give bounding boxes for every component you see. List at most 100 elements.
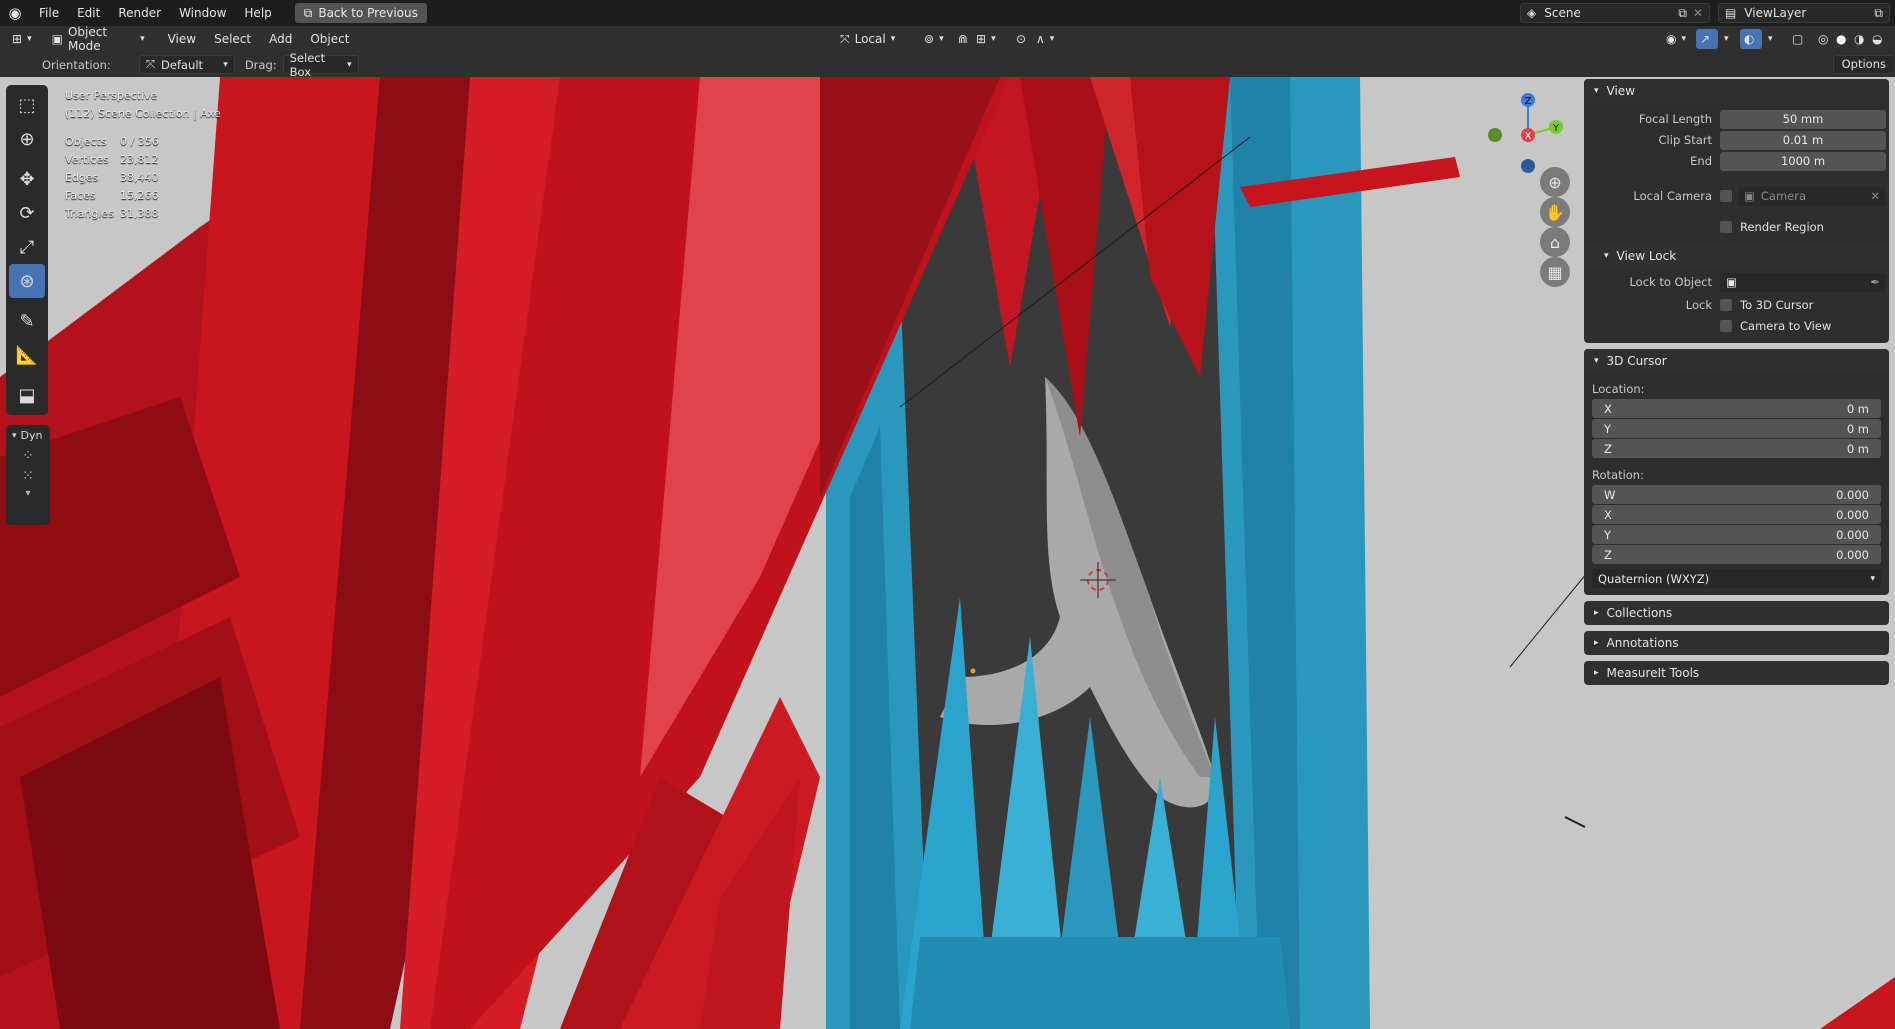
rotation-mode-dropdown[interactable]: Quaternion (WXYZ) ▾ <box>1592 569 1881 588</box>
hand-pan-icon[interactable]: ✋ <box>1540 197 1570 227</box>
dyn-remove-icon[interactable]: ⁙ <box>6 466 50 486</box>
menu-view[interactable]: View <box>159 32 205 46</box>
clip-start-field[interactable]: 0.01 m <box>1720 130 1886 150</box>
chevron-down-icon: ▾ <box>1594 86 1599 96</box>
transform-tool-icon[interactable]: ⊛ <box>9 264 45 298</box>
xray-toggle[interactable]: ▢ <box>1786 29 1809 49</box>
overlays-icon: ◐ <box>1744 32 1755 46</box>
cursor-rotation-z[interactable]: Z 0.000 <box>1592 545 1881 564</box>
orientation-dropdown[interactable]: ⤧ Default ▾ <box>138 55 235 74</box>
local-camera-field[interactable]: ▣ Camera ✕ <box>1738 186 1886 206</box>
view-section-header[interactable]: ▾ View <box>1584 79 1889 103</box>
gizmo-toggle[interactable]: ↗ <box>1696 29 1718 49</box>
grid-perspective-icon[interactable]: ▦ <box>1540 257 1570 287</box>
collections-header[interactable]: ▸ Collections <box>1584 601 1889 625</box>
cursor-rotation-x[interactable]: X 0.000 <box>1592 505 1881 524</box>
axis-label: Y <box>1604 421 1612 436</box>
view-lock-header[interactable]: ▾ View Lock <box>1584 244 1889 268</box>
transform-orientation-selector[interactable]: ⤧ Local ▾ <box>834 29 906 49</box>
eyedropper-icon[interactable]: ✒ <box>1870 275 1880 289</box>
stats-value: 23,812 <box>120 153 159 166</box>
axis-value: 0 m <box>1846 441 1869 456</box>
menu-select[interactable]: Select <box>205 32 260 46</box>
menu-add[interactable]: Add <box>260 32 301 46</box>
snap-target-button[interactable]: ⊞ ▾ <box>970 29 1002 49</box>
new-view-layer-icon[interactable]: ⧉ <box>1874 6 1883 21</box>
mode-selector[interactable]: ▣ Object Mode ▾ <box>46 25 151 53</box>
cursor-location-x[interactable]: X 0 m <box>1592 399 1881 418</box>
select-box-icon[interactable]: ⬚ <box>9 88 45 122</box>
scene-selector[interactable]: ◈ Scene ⧉ ✕ <box>1520 3 1710 23</box>
overlays-toggle[interactable]: ◐ <box>1740 29 1762 49</box>
move-tool-icon[interactable]: ✥ <box>9 162 45 196</box>
pivot-point-button[interactable]: ⊚ ▾ <box>918 29 950 49</box>
menu-render[interactable]: Render <box>109 0 170 26</box>
close-icon[interactable]: ✕ <box>1870 189 1880 203</box>
cursor-rotation-y[interactable]: Y 0.000 <box>1592 525 1881 544</box>
overlays-dropdown[interactable]: ▾ <box>1762 29 1779 49</box>
editor-type-button[interactable]: ⊞ ▾ <box>6 29 38 49</box>
local-camera-checkbox[interactable] <box>1720 190 1732 202</box>
stats-label: Edges <box>65 171 99 184</box>
options-button[interactable]: Options <box>1832 55 1895 74</box>
back-icon: ⧉ <box>303 5 313 20</box>
zoom-icon[interactable]: ⊕ <box>1540 167 1570 197</box>
menu-help[interactable]: Help <box>235 0 280 26</box>
new-scene-icon[interactable]: ⧉ <box>1678 6 1687 21</box>
falloff-curve-icon: ∧ <box>1036 32 1045 46</box>
navigation-gizmo[interactable]: Z Y X <box>1478 85 1578 175</box>
camera-view-icon[interactable]: ⌂ <box>1540 227 1570 257</box>
close-icon[interactable]: ✕ <box>1693 6 1703 20</box>
cursor-rotation-w[interactable]: W 0.000 <box>1592 485 1881 504</box>
3d-cursor-header[interactable]: ▾ 3D Cursor <box>1584 349 1889 373</box>
lock-to-object-field[interactable]: ▣ ✒ <box>1720 272 1886 292</box>
gizmo-icon: ↗ <box>1700 32 1711 46</box>
camera-to-view-checkbox[interactable]: Camera to View <box>1720 319 1831 333</box>
stats-value: 31,388 <box>120 207 159 220</box>
menu-file[interactable]: File <box>30 0 68 26</box>
cursor-location-y[interactable]: Y 0 m <box>1592 419 1881 438</box>
chevron-right-icon: ▸ <box>1594 638 1599 648</box>
xray-icon: ▢ <box>1792 32 1804 46</box>
drag-dropdown[interactable]: Select Box ▾ <box>282 51 359 79</box>
focal-length-field[interactable]: 50 mm <box>1720 109 1886 129</box>
camera-icon: ▣ <box>1744 189 1755 203</box>
chevron-down-icon[interactable]: ▾ <box>6 486 50 502</box>
blender-logo-icon[interactable]: ◉ <box>0 0 30 26</box>
axis-value: 0.000 <box>1836 547 1869 562</box>
measureit-header[interactable]: ▸ MeasureIt Tools <box>1584 661 1889 685</box>
cursor-location-z[interactable]: Z 0 m <box>1592 439 1881 458</box>
measure-tool-icon[interactable]: 📐 <box>9 338 45 372</box>
dyntopo-panel: ▾ Dyn ⁘ ⁙ ▾ <box>6 425 50 525</box>
scale-tool-icon[interactable]: ⤢ <box>9 230 45 264</box>
shading-rendered[interactable]: ◒ <box>1866 29 1888 49</box>
menu-object[interactable]: Object <box>301 32 358 46</box>
dyn-add-icon[interactable]: ⁘ <box>6 446 50 466</box>
view-layer-selector[interactable]: ▤ ViewLayer ⧉ <box>1718 3 1890 23</box>
gizmo-dropdown[interactable]: ▾ <box>1718 29 1735 49</box>
proportional-edit-toggle[interactable]: ⊙ <box>1010 29 1032 49</box>
chevron-down-icon: ▾ <box>27 34 32 44</box>
visibility-button[interactable]: ◉ ▾ <box>1660 29 1692 49</box>
back-to-previous-button[interactable]: ⧉ Back to Previous <box>294 3 427 23</box>
dyn-header[interactable]: ▾ Dyn <box>6 425 50 446</box>
clip-end-field[interactable]: 1000 m <box>1720 151 1886 171</box>
stats-row: Edges 38,440 <box>65 169 159 187</box>
stats-row: Triangles 31,388 <box>65 205 159 223</box>
to-3d-cursor-checkbox[interactable]: To 3D Cursor <box>1720 298 1813 312</box>
menu-edit[interactable]: Edit <box>68 0 109 26</box>
rotation-label: Rotation: <box>1592 468 1644 482</box>
sidebar-panel: ▾ View Focal Length 50 mm Clip Start 0.0… <box>1584 79 1889 691</box>
annotations-header[interactable]: ▸ Annotations <box>1584 631 1889 655</box>
falloff-button[interactable]: ∧ ▾ <box>1030 29 1060 49</box>
menu-window[interactable]: Window <box>170 0 235 26</box>
chevron-down-icon: ▾ <box>1768 34 1773 44</box>
annotate-tool-icon[interactable]: ✎ <box>9 304 45 338</box>
add-cube-tool-icon[interactable]: ⬓ <box>9 378 45 412</box>
local-camera-value: Camera <box>1760 189 1807 203</box>
magnet-icon: ⋒ <box>958 32 969 46</box>
rotate-tool-icon[interactable]: ⟳ <box>9 196 45 230</box>
render-region-checkbox[interactable]: Render Region <box>1720 220 1824 234</box>
cursor-tool-icon[interactable]: ⊕ <box>9 122 45 156</box>
annotations-title: Annotations <box>1606 636 1679 650</box>
